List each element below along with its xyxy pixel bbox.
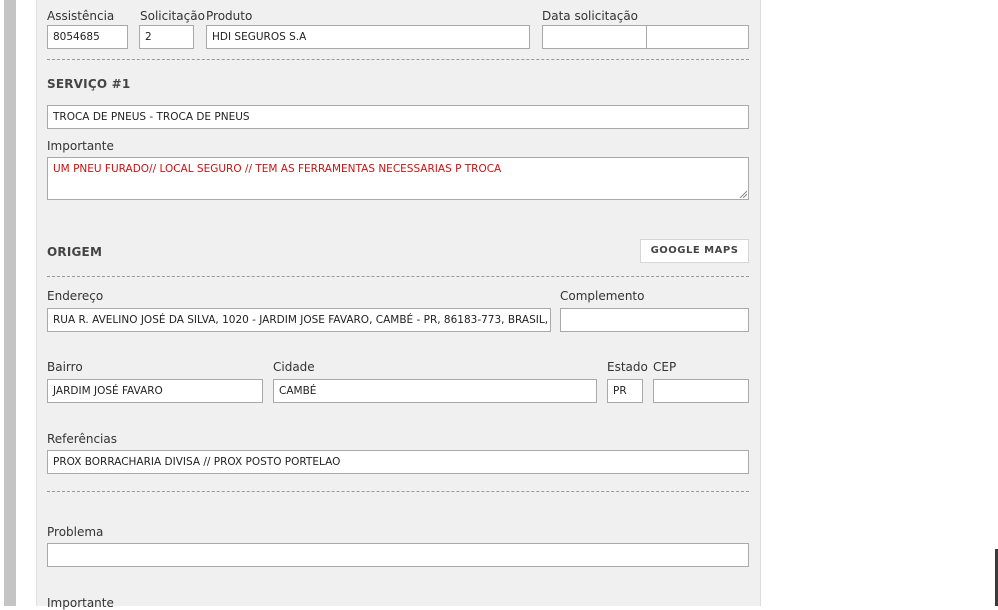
produto-label: Produto (206, 9, 253, 23)
left-gutter (16, 0, 36, 606)
section-divider (47, 59, 749, 60)
problema-field[interactable] (47, 543, 749, 567)
endereco-field[interactable]: RUA R. AVELINO JOSÉ DA SILVA, 1020 - JAR… (47, 308, 551, 332)
assistencia-field[interactable]: 8054685 (47, 25, 128, 49)
section-divider (47, 276, 749, 277)
section-divider (47, 491, 749, 492)
solicitacao-label: Solicitação (140, 9, 205, 23)
cep-label: CEP (653, 360, 677, 374)
estado-field[interactable]: PR (607, 379, 643, 403)
endereco-label: Endereço (47, 289, 104, 303)
cep-field[interactable] (653, 379, 749, 403)
data-solicitacao-time-field[interactable] (646, 25, 749, 49)
problema-label: Problema (47, 525, 104, 539)
servico-title: SERVIÇO #1 (47, 77, 131, 91)
google-maps-button[interactable]: GOOGLE MAPS (640, 239, 749, 263)
cidade-field[interactable]: CAMBÉ (273, 379, 597, 403)
importante-label: Importante (47, 596, 114, 610)
complemento-field[interactable] (560, 308, 749, 332)
servico-importante-label: Importante (47, 139, 114, 153)
data-solicitacao-label: Data solicitação (542, 9, 639, 23)
estado-label: Estado (607, 360, 648, 374)
origem-title: ORIGEM (47, 245, 103, 259)
bairro-label: Bairro (47, 360, 83, 374)
left-scrollbar[interactable] (4, 0, 16, 606)
servico-description-field[interactable]: TROCA DE PNEUS - TROCA DE PNEUS (47, 105, 749, 129)
referencias-label: Referências (47, 432, 117, 446)
resize-handle-icon[interactable] (739, 190, 747, 198)
solicitacao-field[interactable]: 2 (139, 25, 194, 49)
produto-field[interactable]: HDI SEGUROS S.A (206, 25, 530, 49)
referencias-field[interactable]: PROX BORRACHARIA DIVISA // PROX POSTO PO… (47, 450, 749, 474)
servico-importante-text: UM PNEU FURADO// LOCAL SEGURO // TEM AS … (53, 163, 502, 175)
complemento-label: Complemento (560, 289, 645, 303)
servico-importante-textarea[interactable]: UM PNEU FURADO// LOCAL SEGURO // TEM AS … (47, 157, 749, 200)
data-solicitacao-date-field[interactable] (542, 25, 647, 49)
assistencia-label: Assistência (47, 9, 115, 23)
bairro-field[interactable]: JARDIM JOSÉ FAVARO (47, 379, 263, 403)
cidade-label: Cidade (273, 360, 315, 374)
service-form-panel (36, 0, 761, 606)
